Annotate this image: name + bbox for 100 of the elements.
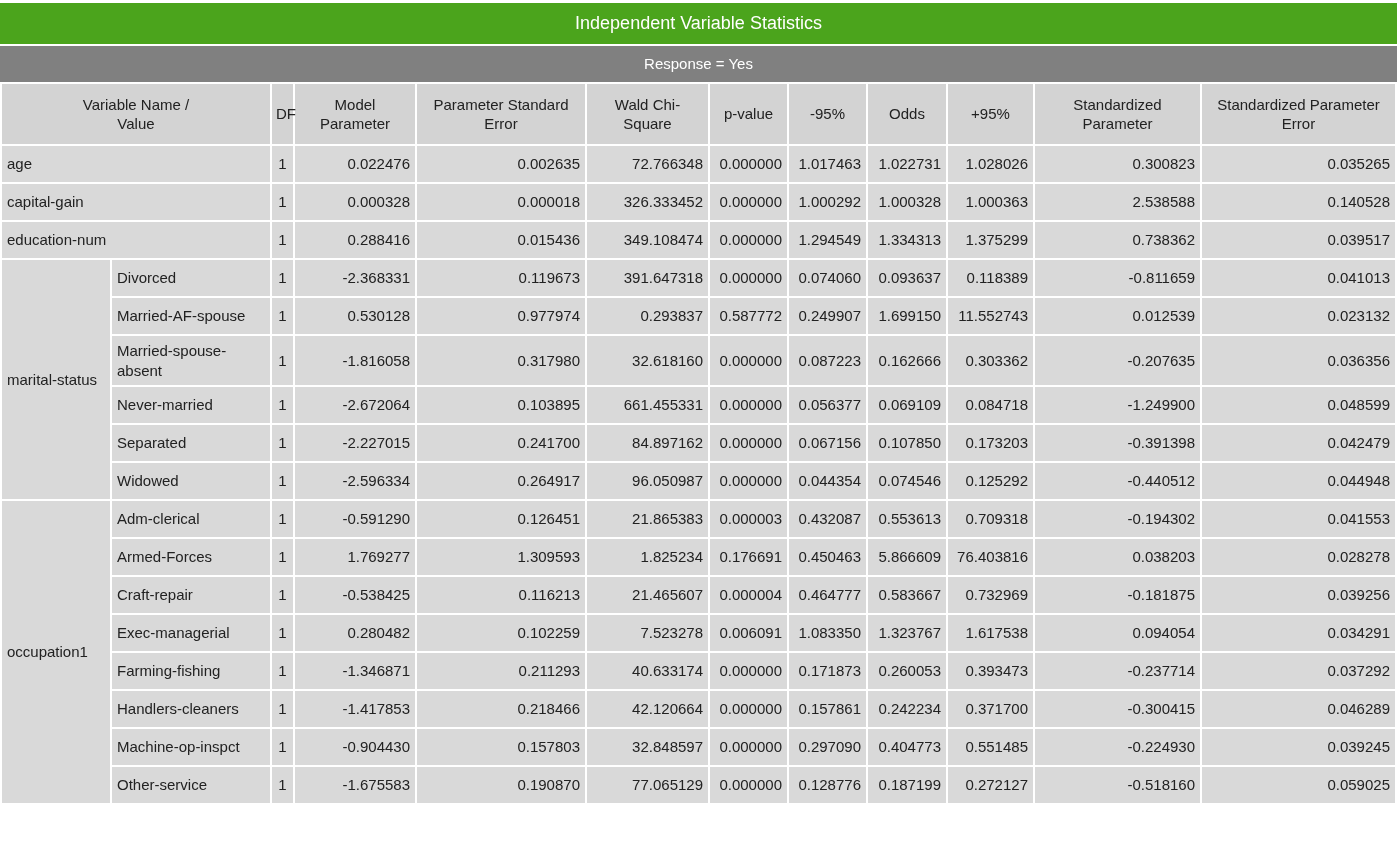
table-cell: 0.000004 (709, 576, 788, 614)
table-cell: 0.187199 (867, 766, 947, 804)
table-cell: 0.103895 (416, 386, 586, 424)
table-cell: 0.036356 (1201, 335, 1396, 386)
table-cell: -0.207635 (1034, 335, 1201, 386)
table-cell: 0.551485 (947, 728, 1034, 766)
column-header: Standardized Parameter (1034, 83, 1201, 145)
table-cell: 1.000292 (788, 183, 867, 221)
column-header: +95% (947, 83, 1034, 145)
column-header: -95% (788, 83, 867, 145)
table-cell: -1.346871 (294, 652, 416, 690)
table-cell: 21.865383 (586, 500, 709, 538)
table-cell: -2.672064 (294, 386, 416, 424)
table-cell: 0.012539 (1034, 297, 1201, 335)
table-cell: 0.107850 (867, 424, 947, 462)
table-cell: 42.120664 (586, 690, 709, 728)
table-cell: 0.297090 (788, 728, 867, 766)
table-cell: 0.404773 (867, 728, 947, 766)
table-cell: 0.000000 (709, 183, 788, 221)
table-cell: 0.162666 (867, 335, 947, 386)
value-label: Craft-repair (111, 576, 271, 614)
table-cell: 0.738362 (1034, 221, 1201, 259)
value-label: Other-service (111, 766, 271, 804)
table-cell: 1.617538 (947, 614, 1034, 652)
table-cell: -0.591290 (294, 500, 416, 538)
table-cell: 1.083350 (788, 614, 867, 652)
table-cell: 1.022731 (867, 145, 947, 183)
table-cell: 2.538588 (1034, 183, 1201, 221)
table-cell: 0.000000 (709, 728, 788, 766)
table-cell: 0.118389 (947, 259, 1034, 297)
table-cell: 11.552743 (947, 297, 1034, 335)
value-label: Never-married (111, 386, 271, 424)
table-cell: 0.069109 (867, 386, 947, 424)
table-cell: 1.000363 (947, 183, 1034, 221)
value-label: Divorced (111, 259, 271, 297)
table-cell: 0.140528 (1201, 183, 1396, 221)
table-cell: 77.065129 (586, 766, 709, 804)
table-cell: 0.035265 (1201, 145, 1396, 183)
table-cell: 0.709318 (947, 500, 1034, 538)
table-cell: 1.028026 (947, 145, 1034, 183)
table-cell: 0.464777 (788, 576, 867, 614)
table-cell: 0.028278 (1201, 538, 1396, 576)
table-cell: -0.904430 (294, 728, 416, 766)
table-cell: 0.044354 (788, 462, 867, 500)
table-cell: 0.171873 (788, 652, 867, 690)
table-cell: 0.041013 (1201, 259, 1396, 297)
table-cell: 1.294549 (788, 221, 867, 259)
response-label: Response = Yes (0, 46, 1397, 82)
table-cell: 391.647318 (586, 259, 709, 297)
table-cell: 0.128776 (788, 766, 867, 804)
group-label: marital-status (1, 259, 111, 500)
table-cell: 0.056377 (788, 386, 867, 424)
table-cell: -1.675583 (294, 766, 416, 804)
table-cell: 0.048599 (1201, 386, 1396, 424)
table-cell: 0.015436 (416, 221, 586, 259)
table-cell: 0.000000 (709, 221, 788, 259)
table-cell: 84.897162 (586, 424, 709, 462)
table-cell: 0.190870 (416, 766, 586, 804)
table-cell: -1.249900 (1034, 386, 1201, 424)
table-cell: 0.059025 (1201, 766, 1396, 804)
table-cell: 0.317980 (416, 335, 586, 386)
table-cell: -2.596334 (294, 462, 416, 500)
table-cell: 0.000000 (709, 424, 788, 462)
table-cell: 76.403816 (947, 538, 1034, 576)
table-cell: 0.119673 (416, 259, 586, 297)
table-title: Independent Variable Statistics (0, 3, 1397, 44)
value-label: Farming-fishing (111, 652, 271, 690)
table-cell: 0.074546 (867, 462, 947, 500)
table-cell: 0.125292 (947, 462, 1034, 500)
table-cell: 0.044948 (1201, 462, 1396, 500)
table-cell: 0.249907 (788, 297, 867, 335)
variable-label: education-num (1, 221, 271, 259)
table-cell: 0.093637 (867, 259, 947, 297)
table-cell: 1.699150 (867, 297, 947, 335)
table-cell: 0.241700 (416, 424, 586, 462)
table-cell: 0.000000 (709, 386, 788, 424)
table-cell: 0.303362 (947, 335, 1034, 386)
table-cell: 0.157803 (416, 728, 586, 766)
table-cell: 661.455331 (586, 386, 709, 424)
table-cell: 0.087223 (788, 335, 867, 386)
table-cell: 0.977974 (416, 297, 586, 335)
table-cell: 0.000000 (709, 335, 788, 386)
table-cell: 0.432087 (788, 500, 867, 538)
table-cell: 0.023132 (1201, 297, 1396, 335)
column-header: Odds (867, 83, 947, 145)
table-cell: 7.523278 (586, 614, 709, 652)
table-cell: 96.050987 (586, 462, 709, 500)
value-label: Separated (111, 424, 271, 462)
table-cell: 0.000000 (709, 690, 788, 728)
table-cell: 0.000000 (709, 145, 788, 183)
table-cell: 32.618160 (586, 335, 709, 386)
table-cell: -0.237714 (1034, 652, 1201, 690)
table-cell: 0.393473 (947, 652, 1034, 690)
table-cell: 1.375299 (947, 221, 1034, 259)
table-cell: 32.848597 (586, 728, 709, 766)
column-header: Parameter Standard Error (416, 83, 586, 145)
table-cell: -1.417853 (294, 690, 416, 728)
value-label: Armed-Forces (111, 538, 271, 576)
table-cell: -0.194302 (1034, 500, 1201, 538)
table-cell: 1.769277 (294, 538, 416, 576)
